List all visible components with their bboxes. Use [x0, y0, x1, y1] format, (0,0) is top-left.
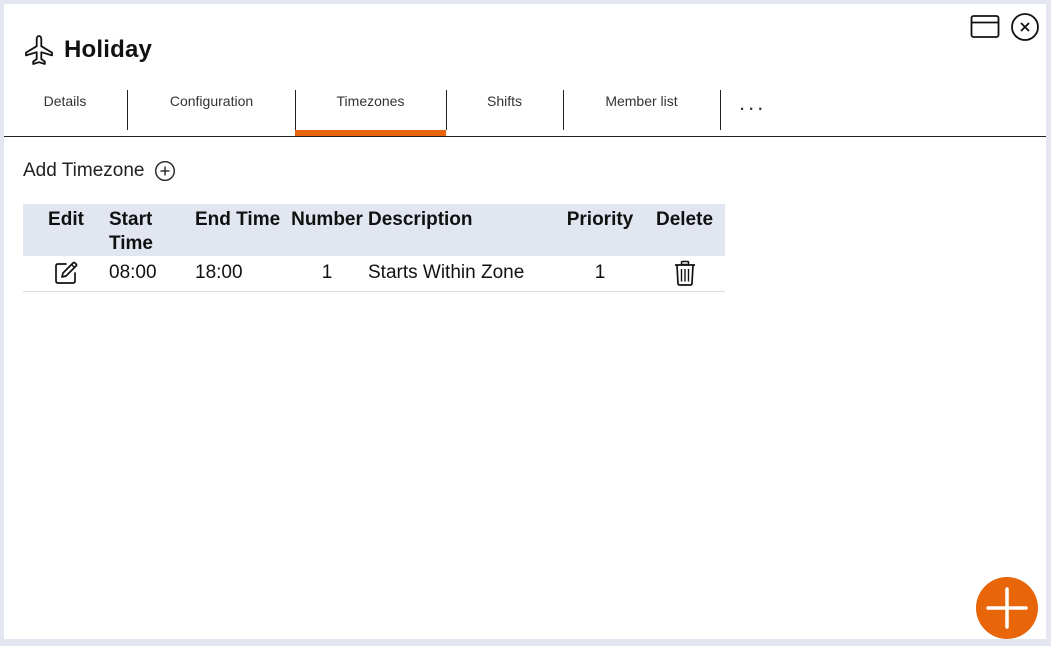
tab-details[interactable]: Details: [16, 88, 114, 135]
delete-cell: [644, 256, 725, 292]
description-cell: Starts Within Zone: [368, 256, 556, 292]
more-tabs-button[interactable]: ...: [739, 90, 766, 116]
close-circle-icon[interactable]: [1010, 12, 1040, 42]
plus-circle-icon: [155, 160, 176, 182]
dialog-window: Holiday Details Configuration Timezones …: [4, 4, 1046, 639]
tab-configuration[interactable]: Configuration: [139, 88, 284, 135]
pencil-square-icon[interactable]: [53, 260, 79, 286]
timezone-table: Edit Start Time End Time Number Descript…: [23, 204, 725, 292]
col-header-start-time: Start Time: [109, 209, 154, 254]
tab-label: Member list: [605, 93, 678, 109]
col-header-end-time: End Time: [195, 209, 281, 230]
col-header-delete: Delete: [655, 209, 714, 230]
trash-icon[interactable]: [672, 260, 698, 287]
window-controls: [970, 12, 1040, 42]
col-header-description: Description: [368, 209, 473, 230]
add-timezone-label: Add Timezone: [23, 160, 145, 181]
col-header-number: Number: [291, 209, 363, 230]
tab-bar: Details Configuration Timezones Shifts M…: [4, 88, 1046, 137]
priority-cell: 1: [556, 256, 644, 292]
edit-cell: [23, 256, 109, 292]
airplane-icon: [25, 35, 53, 65]
title-bar: Holiday: [22, 32, 152, 68]
tab-divider: [127, 90, 128, 130]
table-header-row: Edit Start Time End Time Number Descript…: [23, 204, 725, 256]
add-fab-button[interactable]: [976, 577, 1038, 639]
page-title: Holiday: [64, 36, 153, 63]
add-timezone-button[interactable]: Add Timezone: [23, 160, 176, 182]
plus-icon: [986, 587, 1028, 629]
number-cell: 1: [286, 256, 368, 292]
tab-label: Details: [43, 93, 87, 109]
col-header-priority: Priority: [566, 209, 634, 230]
tab-member-list[interactable]: Member list: [564, 88, 719, 135]
end-time-cell: 18:00: [195, 256, 286, 292]
tab-label: Configuration: [169, 93, 254, 109]
tab-label: Shifts: [486, 93, 522, 109]
table-row: 08:00 18:00 1 Starts Within Zone 1: [23, 256, 725, 292]
tab-timezones[interactable]: Timezones: [295, 88, 446, 136]
col-header-edit: Edit: [48, 209, 84, 230]
tab-label: Timezones: [336, 93, 405, 109]
maximize-window-icon[interactable]: [970, 12, 1000, 42]
start-time-cell: 08:00: [109, 256, 195, 292]
tab-shifts[interactable]: Shifts: [447, 88, 562, 135]
tab-divider: [720, 90, 721, 130]
